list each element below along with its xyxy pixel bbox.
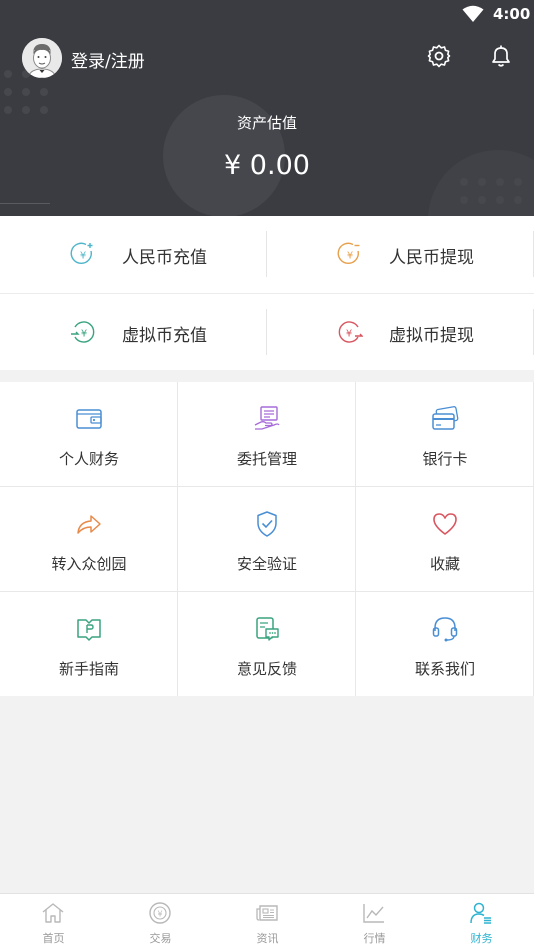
security-verify-label: 安全验证 xyxy=(236,555,297,573)
cny-deposit-label: 人民币充值 xyxy=(122,248,207,268)
tab-news-label: 资讯 xyxy=(256,932,279,945)
crypto-deposit-icon: ¥ xyxy=(71,321,95,343)
function-grid: 个人财务 委托管理 银行卡 转入众创园 安全验证 收藏 新手指南 意见反馈 联系… xyxy=(0,382,534,696)
share-arrow-icon xyxy=(77,515,101,534)
cny-withdraw-label: 人民币提现 xyxy=(389,248,474,268)
tab-home-label: 首页 xyxy=(42,932,65,945)
money-row-cny: ¥ 人民币充值 ¥ 人民币提现 xyxy=(0,216,534,293)
tab-trade-label: 交易 xyxy=(149,932,172,945)
crypto-deposit-button[interactable]: ¥ 虚拟币充值 xyxy=(0,294,267,371)
tab-market[interactable]: 行情 xyxy=(321,894,428,949)
tab-finance[interactable]: 财务 xyxy=(428,894,534,949)
order-hand-icon xyxy=(254,406,280,430)
crypto-withdraw-button[interactable]: ¥ 虚拟币提现 xyxy=(267,294,534,371)
cny-withdraw-icon: ¥ xyxy=(337,242,360,265)
svg-text:¥: ¥ xyxy=(80,251,86,262)
transfer-label: 转入众创园 xyxy=(51,555,127,573)
tab-home[interactable]: 首页 xyxy=(0,894,107,949)
crypto-withdraw-icon: ¥ xyxy=(338,321,363,343)
money-row-crypto: ¥ 虚拟币充值 ¥ 虚拟币提现 xyxy=(0,293,534,370)
bell-icon[interactable] xyxy=(488,43,514,69)
status-bar: 4:00 xyxy=(0,0,534,30)
login-register-link[interactable]: 登录/注册 xyxy=(71,47,145,72)
transfer-item[interactable]: 转入众创园 xyxy=(0,487,178,591)
guide-book-icon xyxy=(77,619,101,641)
order-management-item[interactable]: 委托管理 xyxy=(178,382,356,486)
beginner-guide-item[interactable]: 新手指南 xyxy=(0,592,178,696)
avatar[interactable] xyxy=(22,38,62,78)
favorites-item[interactable]: 收藏 xyxy=(356,487,534,591)
feedback-icon xyxy=(256,617,279,641)
svg-text:¥: ¥ xyxy=(346,329,352,340)
contact-us-label: 联系我们 xyxy=(414,660,475,678)
cny-withdraw-button[interactable]: ¥ 人民币提现 xyxy=(267,216,534,293)
order-management-label: 委托管理 xyxy=(236,450,297,468)
finance-user-icon xyxy=(470,902,491,924)
tab-news[interactable]: 资讯 xyxy=(214,894,321,949)
asset-estimate-value: ¥ 0.00 xyxy=(224,150,310,181)
security-verify-item[interactable]: 安全验证 xyxy=(178,487,356,591)
crypto-withdraw-label: 虚拟币提现 xyxy=(389,326,474,346)
personal-finance-label: 个人财务 xyxy=(58,450,119,468)
feedback-item[interactable]: 意见反馈 xyxy=(178,592,356,696)
personal-finance-item[interactable]: 个人财务 xyxy=(0,382,178,486)
heart-icon xyxy=(433,513,457,535)
tab-finance-label: 财务 xyxy=(470,932,493,945)
shield-check-icon xyxy=(257,511,277,537)
bank-card-icon xyxy=(432,406,459,430)
feedback-label: 意见反馈 xyxy=(236,660,297,678)
chart-icon xyxy=(363,904,384,923)
decorative-line xyxy=(0,203,50,204)
tab-trade[interactable]: ¥ 交易 xyxy=(107,894,214,949)
account-header: 4:00 登录/注册 资产估值 ¥ 0.00 xyxy=(0,0,534,216)
beginner-guide-label: 新手指南 xyxy=(58,660,119,678)
wifi-icon xyxy=(462,5,484,22)
headset-icon xyxy=(432,617,458,642)
bottom-tab-bar: 首页 ¥ 交易 资讯 行情 财务 xyxy=(0,893,534,949)
crypto-deposit-label: 虚拟币充值 xyxy=(122,326,207,346)
bank-card-label: 银行卡 xyxy=(422,450,468,468)
cny-deposit-button[interactable]: ¥ 人民币充值 xyxy=(0,216,267,293)
asset-estimate-label: 资产估值 xyxy=(236,114,297,132)
favorites-label: 收藏 xyxy=(429,555,460,573)
svg-text:¥: ¥ xyxy=(81,329,87,340)
settings-icon[interactable] xyxy=(426,43,452,69)
status-time: 4:00 xyxy=(493,5,531,23)
home-icon xyxy=(42,903,64,923)
cny-deposit-icon: ¥ xyxy=(70,242,93,265)
news-icon xyxy=(256,905,278,921)
user-avatar-icon xyxy=(22,38,62,78)
deposit-withdraw-panel: ¥ 人民币充值 ¥ 人民币提现 ¥ 虚拟币充值 ¥ 虚拟币提现 xyxy=(0,216,534,370)
svg-text:¥: ¥ xyxy=(347,251,353,262)
trade-icon: ¥ xyxy=(149,902,171,924)
decorative-dots xyxy=(460,178,522,204)
wallet-icon xyxy=(76,409,102,429)
tab-market-label: 行情 xyxy=(363,932,386,945)
svg-text:¥: ¥ xyxy=(157,910,162,919)
bank-card-item[interactable]: 银行卡 xyxy=(356,382,534,486)
contact-us-item[interactable]: 联系我们 xyxy=(356,592,534,696)
